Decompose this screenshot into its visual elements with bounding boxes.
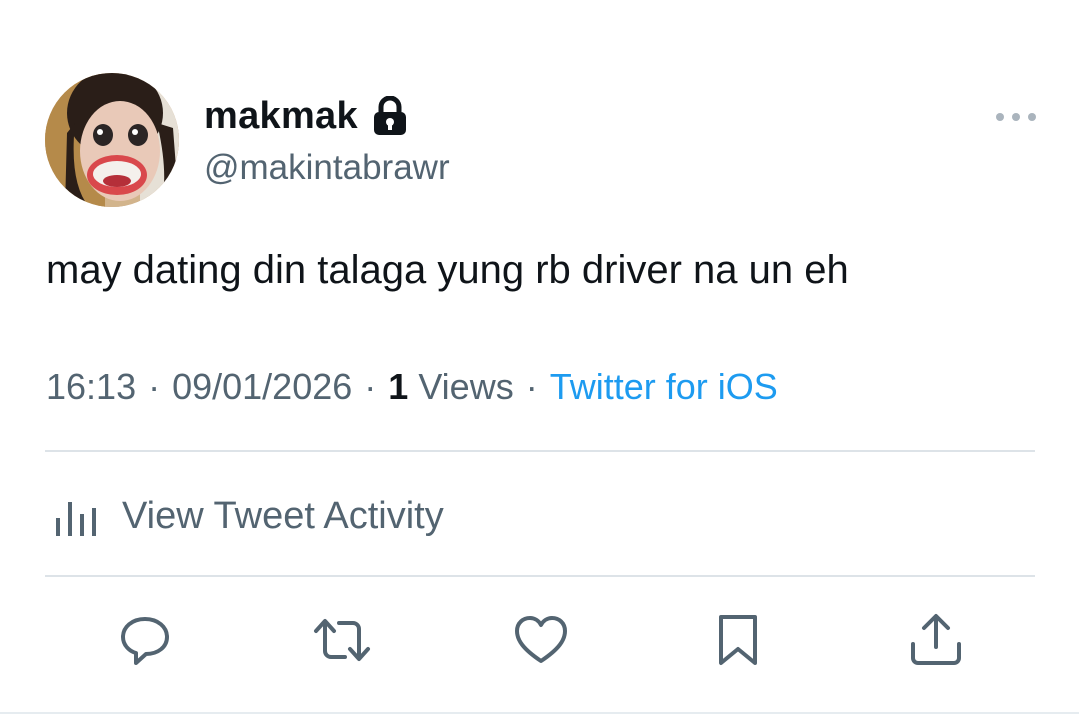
tweet-detail: makmak @makintabrawr may dating din tala…	[0, 0, 1079, 717]
meta-separator: ·	[525, 366, 538, 407]
divider	[45, 450, 1035, 452]
heart-icon	[515, 616, 567, 663]
avatar[interactable]	[45, 73, 179, 207]
meta-separator: ·	[364, 366, 377, 407]
views-label: Views	[418, 366, 514, 407]
meta-separator: ·	[148, 366, 161, 407]
dot	[1028, 113, 1036, 121]
tweet-text: may dating din talaga yung rb driver na …	[46, 248, 849, 292]
author-handle[interactable]: @makintabrawr	[204, 148, 450, 188]
tweet-source-link[interactable]: Twitter for iOS	[550, 366, 778, 408]
lock-icon	[372, 95, 408, 136]
view-tweet-activity-label: View Tweet Activity	[122, 494, 444, 537]
bookmark-icon	[719, 615, 757, 665]
views-count: 1	[388, 366, 409, 407]
dot	[1012, 113, 1020, 121]
tweet-meta: 16:13 · 09/01/2026 · 1 Views · Twitter f…	[46, 366, 778, 408]
reply-button[interactable]	[115, 610, 175, 670]
author-name-row: makmak	[204, 92, 408, 140]
tweet-time: 16:13	[46, 366, 137, 407]
bookmark-button[interactable]	[708, 610, 768, 670]
retweet-button[interactable]	[312, 610, 372, 670]
avatar-photo-icon	[45, 73, 179, 207]
author-display-name[interactable]: makmak	[204, 95, 358, 138]
tweet-actions-bar	[0, 610, 1079, 682]
tweet-date: 09/01/2026	[172, 366, 353, 407]
share-icon	[911, 614, 961, 665]
dot	[996, 113, 1004, 121]
more-options-icon[interactable]	[996, 106, 1036, 128]
reply-icon	[121, 617, 169, 665]
retweet-icon	[314, 619, 370, 661]
bottom-divider	[0, 712, 1079, 714]
view-tweet-activity-button[interactable]: View Tweet Activity	[52, 486, 444, 546]
like-button[interactable]	[511, 610, 571, 670]
divider	[45, 575, 1035, 577]
share-button[interactable]	[906, 610, 966, 670]
analytics-bars-icon	[52, 496, 100, 536]
